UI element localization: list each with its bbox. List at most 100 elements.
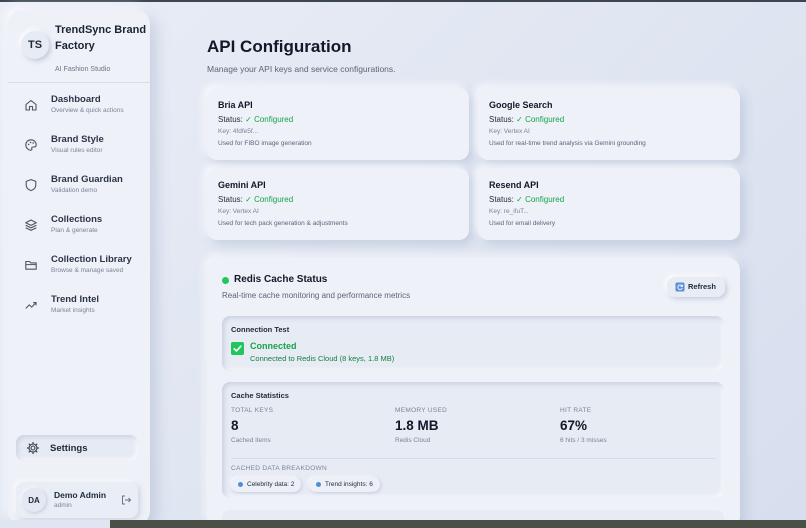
status-value: ✓ Configured (245, 115, 294, 124)
breakdown-label: CACHED DATA BREAKDOWN (231, 465, 327, 472)
sidebar-item-dashboard[interactable]: Dashboard Overview & quick actions (24, 94, 144, 124)
sidebar-item-sub: Plan & generate (51, 227, 98, 234)
user-card: DA Demo Admin admin (16, 482, 138, 518)
api-name: Resend API (489, 180, 539, 190)
home-icon (25, 99, 37, 111)
gear-icon (26, 441, 40, 455)
sidebar-item-collections[interactable]: Collections Plan & generate (24, 214, 144, 244)
refresh-button[interactable]: Refresh (667, 277, 725, 297)
api-key: Key: re_ifuT... (489, 208, 529, 215)
taskbar-strip (110, 520, 806, 528)
status-dot-icon (222, 277, 229, 284)
breakdown-chip: Trend insights: 6 (309, 477, 380, 492)
status-value: ✓ Configured (245, 195, 294, 204)
api-key: Key: Vertex AI (218, 208, 259, 215)
api-status: Status: ✓ Configured (218, 195, 293, 204)
api-usage: Used for email delivery (489, 220, 556, 227)
bottom-strip (0, 520, 110, 528)
api-key: Key: 4fdfe5f... (218, 128, 259, 135)
status-value: ✓ Configured (516, 195, 565, 204)
api-card-bria: Bria API Status: ✓ Configured Key: 4fdfe… (207, 88, 469, 160)
api-status: Status: ✓ Configured (218, 115, 293, 124)
sidebar-item-sub: Visual rules editor (51, 147, 103, 154)
stat-note: Redis Cloud (395, 437, 431, 444)
sidebar-item-brand-guardian[interactable]: Brand Guardian Validation demo (24, 174, 144, 204)
connection-detail: Connected to Redis Cloud (8 keys, 1.8 MB… (250, 354, 395, 363)
avatar: DA (22, 488, 46, 512)
stat-note: 6 hits / 3 misses (560, 437, 607, 444)
sidebar-item-sub: Browse & manage saved (51, 267, 124, 274)
connection-test-title: Connection Test (231, 325, 290, 334)
logout-icon[interactable] (120, 494, 132, 506)
refresh-label: Refresh (688, 282, 716, 291)
redis-cache-panel: Redis Cache Status Real-time cache monit… (207, 258, 740, 528)
sidebar: TS TrendSync Brand Factory AI Fashion St… (8, 10, 150, 525)
folder-icon (25, 260, 37, 270)
breakdown-chip: Celebrity data: 2 (231, 477, 302, 492)
api-usage: Used for tech pack generation & adjustme… (218, 220, 348, 227)
chip-dot-icon (316, 482, 321, 487)
sidebar-item-settings[interactable]: Settings (16, 435, 138, 461)
connection-state: Connected (250, 341, 297, 351)
redis-subtitle: Real-time cache monitoring and performan… (222, 291, 411, 300)
stat-value: 8 (231, 418, 239, 433)
brand-name: TrendSync Brand Factory (55, 24, 147, 52)
sidebar-item-label: Collections (51, 214, 103, 225)
stat-value: 1.8 MB (395, 418, 439, 433)
chip-dot-icon (238, 482, 243, 487)
api-status: Status: ✓ Configured (489, 195, 564, 204)
brand-header: TS TrendSync Brand Factory AI Fashion St… (17, 23, 146, 81)
user-name: Demo Admin (54, 490, 107, 500)
api-usage: Used for FIBO image generation (218, 140, 312, 147)
sidebar-item-trend-intel[interactable]: Trend Intel Market insights (24, 294, 144, 324)
api-card-gemini: Gemini API Status: ✓ Configured Key: Ver… (207, 168, 469, 240)
api-status: Status: ✓ Configured (489, 115, 564, 124)
sidebar-item-label: Dashboard (51, 94, 101, 105)
trending-up-icon (25, 302, 37, 309)
stat-hit-rate: HIT RATE 67% 6 hits / 3 misses (560, 407, 710, 444)
api-key: Key: Vertex AI (489, 128, 530, 135)
chip-label: Trend insights: 6 (325, 481, 373, 488)
sidebar-item-label: Trend Intel (51, 294, 100, 305)
stat-note: Cached items (231, 437, 271, 444)
palette-icon (25, 139, 37, 151)
api-name: Google Search (489, 100, 553, 110)
redis-title: Redis Cache Status (234, 274, 328, 285)
layers-icon (25, 219, 37, 231)
page-subtitle: Manage your API keys and service configu… (207, 64, 396, 74)
api-card-resend: Resend API Status: ✓ Configured Key: re_… (478, 168, 740, 240)
sidebar-item-sub: Validation demo (51, 187, 98, 194)
status-label: Status: (489, 195, 514, 204)
cache-statistics-card: Cache Statistics TOTAL KEYS 8 Cached ite… (222, 382, 724, 498)
status-label: Status: (489, 115, 514, 124)
stats-divider (231, 458, 715, 459)
stat-label: TOTAL KEYS (231, 407, 274, 414)
sidebar-item-label: Brand Style (51, 134, 104, 145)
connection-test-card: Connection Test Connected Connected to R… (222, 316, 724, 371)
user-role: admin (54, 502, 72, 509)
sidebar-item-sub: Overview & quick actions (51, 107, 124, 114)
sidebar-item-sub: Market insights (51, 307, 95, 314)
api-name: Bria API (218, 100, 253, 110)
status-label: Status: (218, 195, 243, 204)
sidebar-divider (8, 82, 150, 83)
window-top-border (0, 0, 806, 2)
stat-memory-used: MEMORY USED 1.8 MB Redis Cloud (395, 407, 545, 444)
stat-label: MEMORY USED (395, 407, 448, 414)
api-card-google-search: Google Search Status: ✓ Configured Key: … (478, 88, 740, 160)
api-name: Gemini API (218, 180, 266, 190)
sidebar-item-collection-library[interactable]: Collection Library Browse & manage saved (24, 254, 144, 284)
stat-label: HIT RATE (560, 407, 592, 414)
brand-avatar: TS (21, 31, 49, 59)
refresh-icon (675, 282, 685, 292)
status-label: Status: (218, 115, 243, 124)
check-icon (231, 342, 244, 355)
shield-icon (25, 179, 37, 192)
sidebar-item-brand-style[interactable]: Brand Style Visual rules editor (24, 134, 144, 164)
stat-total-keys: TOTAL KEYS 8 Cached items (231, 407, 381, 444)
sidebar-item-label: Collection Library (51, 254, 132, 265)
cache-statistics-title: Cache Statistics (231, 391, 289, 400)
chip-label: Celebrity data: 2 (247, 481, 295, 488)
page-title: API Configuration (207, 37, 352, 56)
sidebar-item-label: Brand Guardian (51, 174, 123, 185)
